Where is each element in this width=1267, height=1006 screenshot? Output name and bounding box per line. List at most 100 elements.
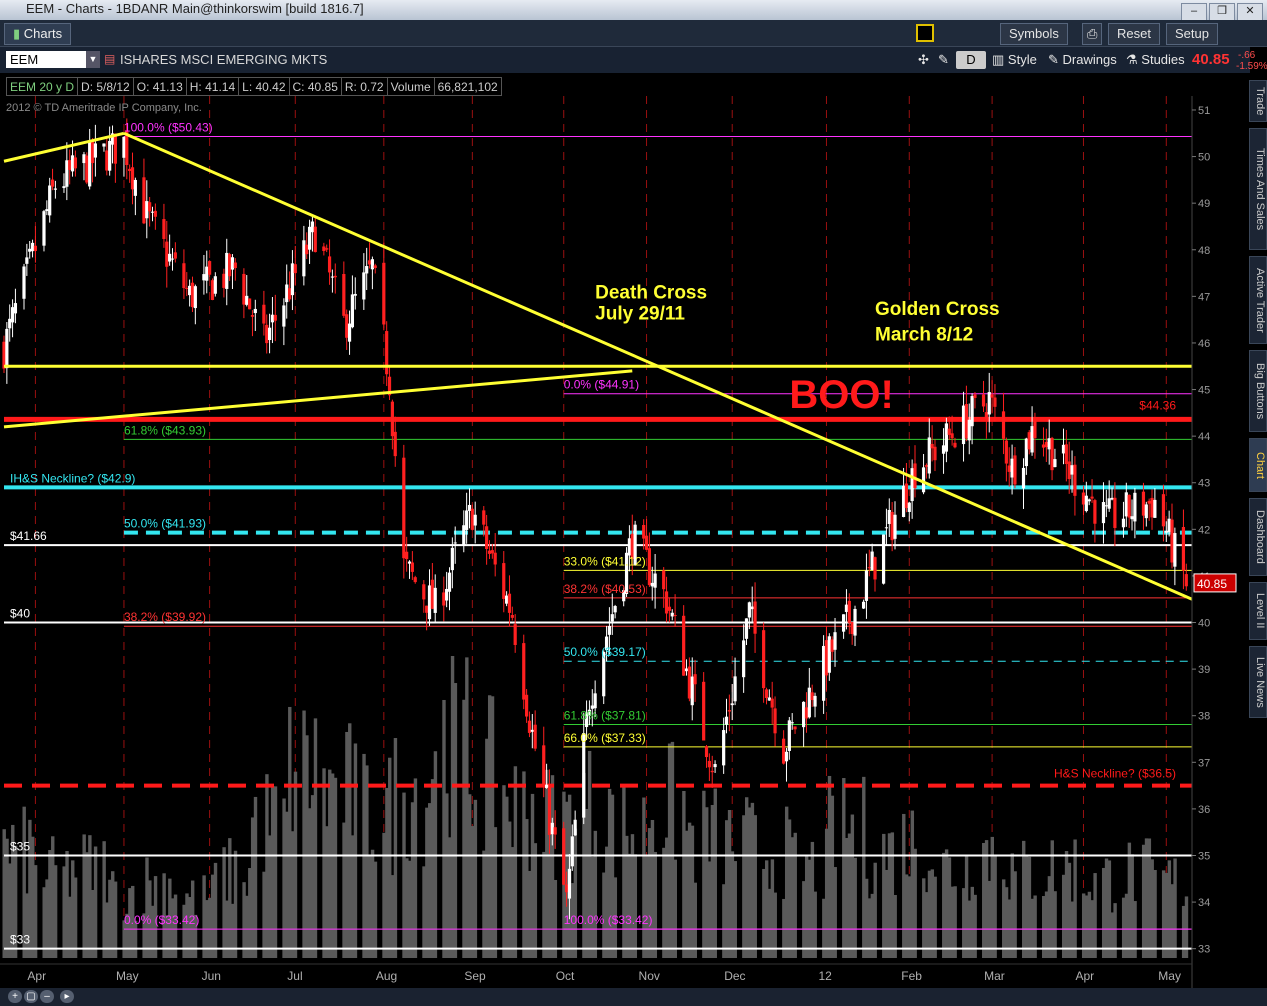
candle-body: [1133, 492, 1137, 522]
candle-body: [901, 485, 906, 517]
close-button[interactable]: ✕: [1237, 3, 1263, 21]
side-tab-dashboard[interactable]: Dashboard: [1249, 498, 1267, 576]
candle-body: [362, 272, 366, 300]
candle-body: [953, 442, 957, 448]
level-label: $33: [10, 933, 30, 947]
candle-body: [70, 155, 75, 172]
reset-button[interactable]: Reset: [1108, 23, 1160, 45]
side-tab-live-news[interactable]: Live News: [1249, 646, 1267, 718]
studies-button[interactable]: ⚗ Studies: [1122, 51, 1189, 69]
color-swatch-button[interactable]: [916, 24, 934, 42]
candle-body: [1101, 502, 1106, 524]
candle-body: [930, 443, 934, 449]
pan-icon[interactable]: ▸: [60, 990, 74, 1003]
candle-body: [105, 150, 109, 171]
candle-body: [233, 262, 237, 269]
volume-bar: [93, 846, 98, 958]
candle-body: [650, 582, 654, 587]
drawings-button[interactable]: ✎ Drawings: [1044, 51, 1121, 69]
candle-body: [1153, 499, 1157, 518]
zoom-in-icon[interactable]: +: [8, 990, 22, 1003]
y-tick-label: 50: [1198, 152, 1210, 164]
aggregation-button[interactable]: D: [956, 51, 986, 69]
setup-button[interactable]: Setup: [1166, 23, 1218, 45]
side-tab-chart[interactable]: Chart: [1249, 438, 1267, 492]
boo-annotation: BOO!: [789, 373, 893, 417]
symbol-input[interactable]: EEM: [6, 51, 96, 68]
zoom-fit-icon[interactable]: ▢: [24, 990, 38, 1003]
volume-bar: [273, 786, 278, 958]
candle-body: [453, 542, 457, 544]
candle-body: [505, 595, 509, 604]
fibonacci-level-label: 0.0% ($33.42): [124, 913, 199, 927]
candle-body: [970, 396, 974, 427]
candle-body: [525, 694, 529, 717]
candle-body: [827, 636, 831, 673]
price-chart[interactable]: $41.66 $40 $35 $33 IH&S Neckline? ($42.9) $44…: [0, 96, 1250, 988]
candle-body: [342, 274, 346, 316]
candle-body: [42, 211, 46, 246]
side-tab-level-ii[interactable]: Level II: [1249, 582, 1267, 640]
candle-body: [967, 419, 971, 441]
volume-bar: [1113, 903, 1117, 958]
drawings-label: Drawings: [1062, 52, 1117, 67]
symbols-button[interactable]: Symbols: [1000, 23, 1068, 45]
candle-body: [1084, 495, 1088, 512]
volume-bar: [113, 881, 118, 958]
candle-body: [170, 258, 175, 260]
volume-bar: [873, 862, 877, 958]
fibonacci-level-label: 66.0% ($37.33): [564, 731, 646, 745]
candle-body: [627, 538, 632, 556]
candle-body: [293, 264, 297, 274]
candle-body: [405, 551, 409, 560]
volume-bar: [353, 743, 358, 958]
candle-body: [807, 687, 811, 718]
candle-body: [1087, 499, 1091, 502]
candle-body: [33, 245, 38, 251]
symbol-dropdown-icon[interactable]: ▼: [86, 51, 100, 68]
x-tick-label: Apr: [27, 969, 46, 983]
candle-body: [230, 257, 235, 270]
candle-body: [582, 733, 586, 818]
candle-body: [90, 140, 95, 164]
level-label: $41.66: [10, 529, 47, 543]
candle-body: [53, 188, 58, 190]
tools-icon[interactable]: ✎: [934, 51, 953, 69]
link-icon[interactable]: ▤: [104, 52, 115, 66]
candle-body: [727, 710, 731, 712]
minimize-button[interactable]: –: [1181, 3, 1207, 21]
candle-body: [250, 315, 255, 317]
candle-body: [82, 154, 86, 164]
side-tab-trade[interactable]: Trade: [1249, 80, 1267, 122]
charts-tab[interactable]: ▮ Charts: [4, 23, 72, 45]
zoom-out-icon[interactable]: –: [40, 990, 54, 1003]
candle-body: [465, 510, 469, 530]
candle-body: [305, 244, 309, 255]
candle-body: [290, 263, 295, 296]
style-button[interactable]: ▥ Style: [988, 51, 1041, 69]
candle-body: [185, 287, 189, 289]
quote-info-bar: EEM 20 y D D: 5/8/12 O: 41.13 H: 41.14 L…: [6, 77, 502, 96]
side-tab-active-trader[interactable]: Active Trader: [1249, 256, 1267, 344]
crosshair-icon[interactable]: ✣: [914, 51, 933, 69]
maximize-button[interactable]: ❐: [1209, 3, 1235, 21]
candle-body: [864, 570, 869, 601]
candle-body: [168, 253, 172, 262]
print-button[interactable]: ⎙: [1082, 23, 1103, 45]
candle-body: [510, 614, 514, 618]
candle-body: [527, 720, 532, 733]
candle-body: [824, 640, 829, 676]
side-tab-times-and-sales[interactable]: Times And Sales: [1249, 128, 1267, 250]
candle-body: [642, 524, 646, 539]
side-tab-big-buttons[interactable]: Big Buttons: [1249, 350, 1267, 432]
main-toolbar: ▮ Charts Symbols ⎙ Reset Setup: [0, 20, 1267, 47]
style-label: Style: [1007, 52, 1037, 67]
x-tick-label: 12: [818, 969, 832, 983]
candle-body: [1141, 491, 1146, 516]
chart-settings-label[interactable]: EEM 20 y D: [6, 77, 78, 96]
x-tick-label: Mar: [984, 969, 1005, 983]
candle-body: [887, 510, 891, 524]
candle-body: [733, 676, 737, 702]
candle-body: [1004, 440, 1008, 464]
candle-body: [327, 256, 332, 273]
